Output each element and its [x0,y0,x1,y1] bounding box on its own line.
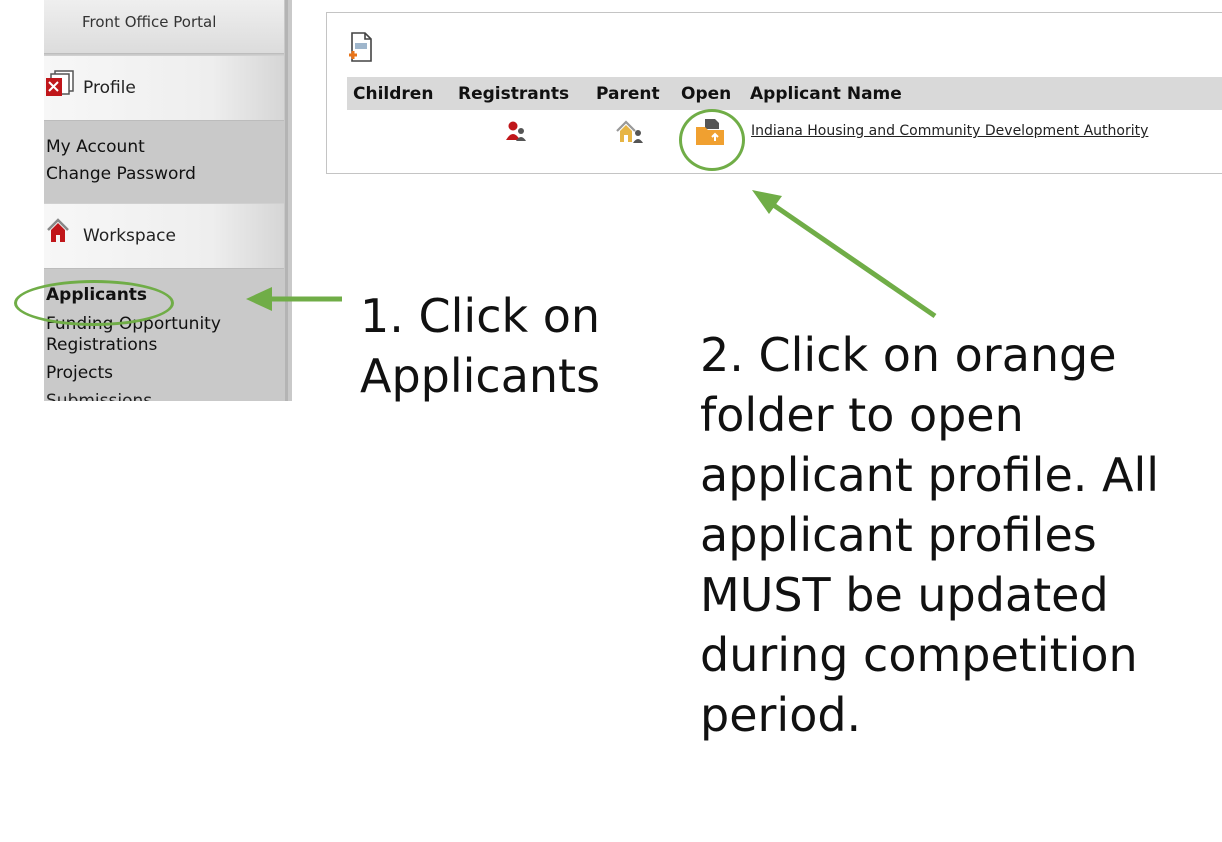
step2-callout: 2. Click on orange folder to open applic… [700,328,1160,742]
step1-callout: 1. Click on Applicants [360,289,601,403]
arrow-to-applicants-head [246,287,272,311]
arrow-to-folder [770,201,937,319]
